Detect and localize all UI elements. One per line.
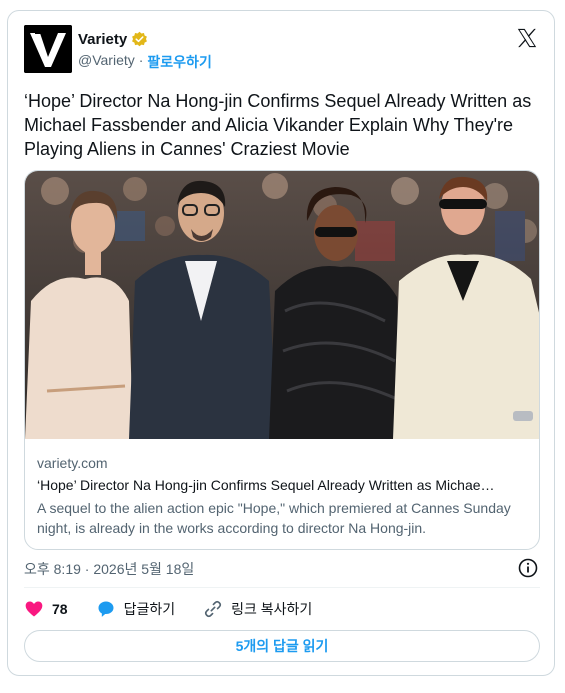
like-button[interactable]: 78	[24, 599, 68, 619]
tweet-timestamp[interactable]: 오후 8:19 · 2026년 5월 18일	[24, 559, 194, 579]
account-name[interactable]: Variety	[78, 31, 127, 48]
heart-icon	[25, 601, 43, 617]
separator-dot: ·	[138, 52, 144, 68]
x-logo-icon[interactable]	[516, 27, 538, 49]
variety-logo-icon[interactable]	[24, 25, 72, 73]
account-name-row: Variety	[78, 31, 148, 48]
verified-badge-icon	[132, 31, 148, 47]
link-domain: variety.com	[37, 455, 108, 471]
reply-button[interactable]: 답글하기	[96, 599, 176, 619]
copy-link-button[interactable]: 링크 복사하기	[203, 599, 312, 619]
tweet-actions: 78 답글하기 링크 복사하기	[24, 599, 312, 619]
account-handle[interactable]: @Variety	[78, 52, 135, 72]
divider	[24, 587, 540, 588]
copy-link-label: 링크 복사하기	[231, 601, 313, 617]
link-description: A sequel to the alien action epic "Hope,…	[37, 500, 511, 536]
account-handle-row: @Variety · 팔로우하기	[78, 52, 212, 72]
read-replies-button[interactable]: 5개의 답글 읽기	[24, 630, 540, 662]
follow-button[interactable]: 팔로우하기	[147, 52, 211, 72]
tweet-card: Variety @Variety · 팔로우하기 ‘Hope’ Director…	[7, 10, 555, 676]
article-photo[interactable]	[25, 171, 540, 439]
info-icon[interactable]	[518, 558, 538, 578]
reply-label: 답글하기	[123, 601, 176, 617]
link-preview-card[interactable]: variety.com ‘Hope’ Director Na Hong-jin …	[24, 170, 540, 550]
link-icon	[204, 600, 222, 618]
reply-bubble-icon	[98, 601, 114, 617]
link-title[interactable]: ‘Hope’ Director Na Hong-jin Confirms Seq…	[37, 477, 529, 493]
like-count: 78	[52, 601, 68, 617]
tweet-text: ‘Hope’ Director Na Hong-jin Confirms Seq…	[24, 91, 532, 159]
